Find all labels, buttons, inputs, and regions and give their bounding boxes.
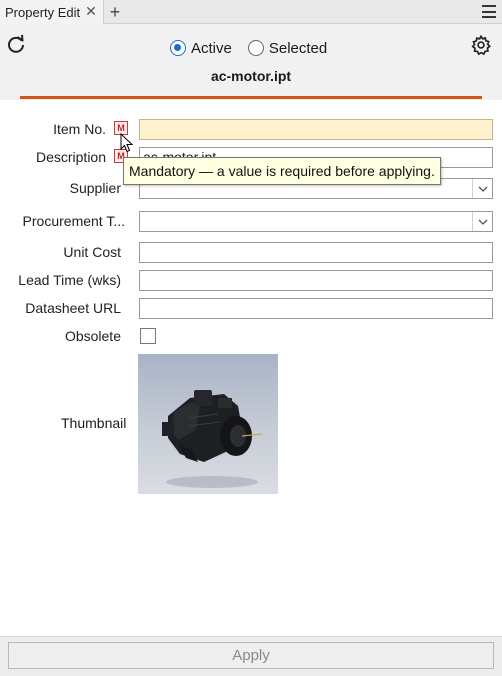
panel-footer: Apply (0, 636, 502, 676)
apply-button[interactable]: Apply (8, 642, 494, 669)
unit-cost-input[interactable] (139, 242, 493, 263)
motor-render (162, 390, 263, 488)
radio-active[interactable]: Active (170, 40, 232, 57)
part-thumbnail-image (138, 354, 278, 494)
row-obsolete: Obsolete (0, 325, 502, 349)
field-label-procurement-type: Procurement T... (22, 213, 125, 229)
field-label-obsolete: Obsolete (64, 328, 121, 344)
obsolete-checkbox[interactable] (140, 328, 156, 344)
row-procurement-type: Procurement T... (0, 210, 502, 234)
mouse-pointer-icon (120, 133, 134, 153)
item-no-input[interactable] (139, 119, 493, 140)
field-label-supplier: Supplier (69, 180, 121, 196)
close-icon[interactable]: ✕ (84, 4, 98, 18)
datasheet-url-input[interactable] (139, 298, 493, 319)
radio-active-label: Active (191, 39, 232, 57)
row-lead-time: Lead Time (wks) (0, 269, 502, 293)
field-label-datasheet-url: Datasheet URL (25, 300, 121, 316)
field-label-lead-time: Lead Time (wks) (18, 272, 121, 288)
radio-selected-indicator[interactable] (247, 40, 264, 56)
accent-divider (20, 96, 482, 99)
row-datasheet-url: Datasheet URL (0, 297, 502, 321)
gear-icon[interactable] (470, 34, 492, 56)
tab-title: Property Edit (5, 4, 81, 20)
thumbnail-label: Thumbnail (61, 415, 127, 431)
scope-radio-group: Active Selected (170, 38, 327, 58)
radio-selected[interactable]: Selected (247, 39, 328, 57)
tab-bar: Property Edit ✕ + (0, 0, 502, 24)
refresh-icon[interactable] (6, 34, 26, 54)
lead-time-input[interactable] (139, 270, 493, 291)
radio-active-indicator[interactable] (170, 40, 186, 56)
radio-selected-label: Selected (268, 39, 328, 57)
row-unit-cost: Unit Cost (0, 241, 502, 265)
panel-header: Active Selected ac-motor.ipt (0, 24, 502, 100)
chevron-down-icon[interactable] (472, 212, 492, 231)
add-tab-icon[interactable]: + (107, 2, 123, 22)
field-label-item-no: Item No. (53, 121, 106, 137)
tab-property-edit[interactable]: Property Edit ✕ (0, 0, 104, 24)
field-label-unit-cost: Unit Cost (63, 244, 121, 260)
field-label-description: Description (35, 149, 106, 165)
chevron-down-icon[interactable] (472, 179, 492, 198)
file-name: ac-motor.ipt (210, 68, 292, 84)
hamburger-menu-icon[interactable] (482, 5, 496, 18)
mandatory-tooltip: Mandatory — a value is required before a… (123, 157, 441, 185)
row-item-no: Item No. M (0, 118, 502, 142)
procurement-type-select[interactable] (139, 211, 493, 232)
